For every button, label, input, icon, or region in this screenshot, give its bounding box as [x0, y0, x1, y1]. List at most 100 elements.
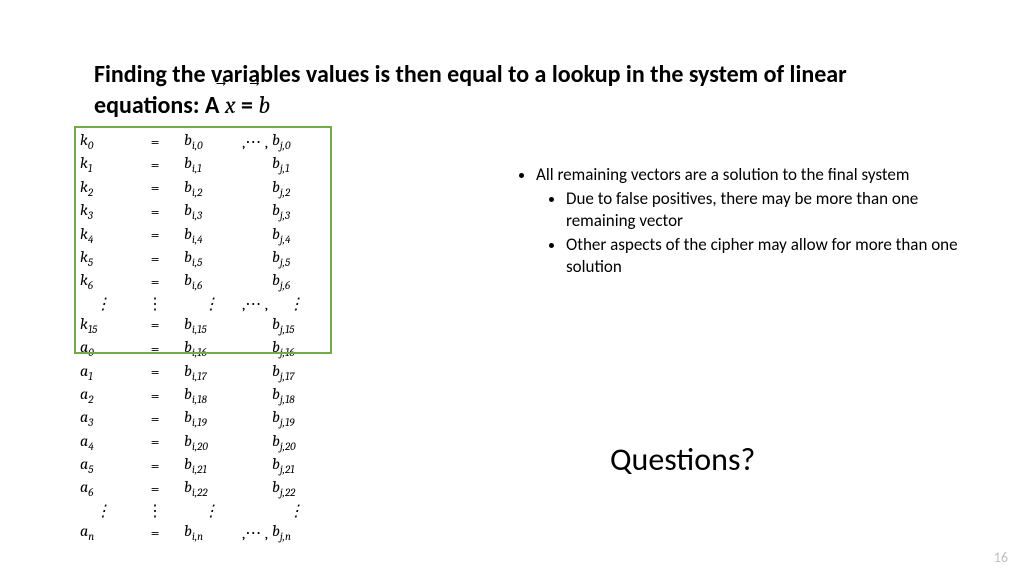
- var-cell: k15: [80, 314, 126, 337]
- equals-cell: ⋮: [126, 294, 184, 314]
- equals-cell: ⋮: [126, 501, 184, 521]
- bi-cell: bi,6: [184, 270, 238, 293]
- equals-cell: =: [126, 153, 184, 176]
- dots-cell: [238, 454, 272, 477]
- equals-cell: =: [126, 200, 184, 223]
- equals-cell: =: [126, 337, 184, 360]
- equation-row: ⋮⋮⋮⋮: [80, 501, 320, 521]
- var-cell: a6: [80, 477, 126, 500]
- dots-cell: [238, 270, 272, 293]
- bi-cell: bi,20: [184, 431, 238, 454]
- slide: Finding the variables values is then equ…: [0, 0, 1024, 576]
- var-cell: k3: [80, 200, 126, 223]
- bi-cell: bi,17: [184, 361, 238, 384]
- var-cell: ⋮: [80, 501, 126, 521]
- bj-cell: bj,15: [272, 314, 320, 337]
- equals-cell: =: [126, 247, 184, 270]
- var-cell: k2: [80, 177, 126, 200]
- bullet-2: Other aspects of the cipher may allow fo…: [566, 234, 968, 278]
- bullet-list: All remaining vectors are a solution to …: [512, 164, 968, 280]
- var-cell: k4: [80, 224, 126, 247]
- var-cell: k5: [80, 247, 126, 270]
- var-cell: a5: [80, 454, 126, 477]
- equals-cell: =: [126, 270, 184, 293]
- dots-cell: ,⋯ ,: [238, 294, 272, 314]
- var-cell: a3: [80, 407, 126, 430]
- dots-cell: [238, 314, 272, 337]
- equation-row: k15=bi,15bj,15: [80, 314, 320, 337]
- dots-cell: [238, 501, 272, 521]
- xvec: ⃗x: [225, 90, 236, 120]
- bj-cell: ⋮: [272, 294, 320, 314]
- bi-cell: bi,3: [184, 200, 238, 223]
- equation-row: ⋮⋮⋮,⋯ ,⋮: [80, 294, 320, 314]
- dots-cell: ,⋯ ,: [238, 130, 272, 153]
- dots-cell: [238, 337, 272, 360]
- equals-cell: =: [126, 407, 184, 430]
- var-cell: a0: [80, 337, 126, 360]
- bj-cell: bj,16: [272, 337, 320, 360]
- bi-cell: bi,21: [184, 454, 238, 477]
- equation-table: k0=bi,0,⋯ ,bj,0k1=bi,1bj,1k2=bi,2bj,2k3=…: [80, 130, 320, 544]
- dots-cell: [238, 153, 272, 176]
- bi-cell: bi,0: [184, 130, 238, 153]
- equation-row: a0=bi,16 bj,16: [80, 337, 320, 360]
- bi-cell: bi,5: [184, 247, 238, 270]
- equals-cell: =: [126, 431, 184, 454]
- equation-row: k0=bi,0,⋯ ,bj,0: [80, 130, 320, 153]
- dots-cell: [238, 224, 272, 247]
- equals-cell: =: [126, 130, 184, 153]
- bi-cell: ⋮: [184, 294, 238, 314]
- equals-cell: =: [126, 314, 184, 337]
- equation-row: k6=bi,6bj,6: [80, 270, 320, 293]
- equals-cell: =: [126, 224, 184, 247]
- var-cell: a4: [80, 431, 126, 454]
- slide-title: Finding the variables values is then equ…: [94, 60, 954, 121]
- bi-cell: bi,2: [184, 177, 238, 200]
- bj-cell: bj,2: [272, 177, 320, 200]
- equation-row: k2=bi,2bj,2: [80, 177, 320, 200]
- bj-cell: bj,19: [272, 407, 320, 430]
- var-cell: k1: [80, 153, 126, 176]
- var-cell: an: [80, 521, 126, 544]
- equation-row: a3=bi,19 bj,19: [80, 407, 320, 430]
- equals-cell: =: [126, 454, 184, 477]
- page-number: 16: [994, 549, 1008, 566]
- dots-cell: [238, 177, 272, 200]
- equals-cell: =: [126, 361, 184, 384]
- var-cell: k0: [80, 130, 126, 153]
- bj-cell: bj,18: [272, 384, 320, 407]
- var-cell: ⋮: [80, 294, 126, 314]
- title-mid: =: [236, 91, 259, 120]
- bi-cell: ⋮: [184, 501, 238, 521]
- bvec: ⃗b: [258, 90, 270, 120]
- bi-cell: bi,n: [184, 521, 238, 544]
- bi-cell: bi,4: [184, 224, 238, 247]
- bj-cell: bj,5: [272, 247, 320, 270]
- equation-row: k3=bi,3bj,3: [80, 200, 320, 223]
- var-cell: a2: [80, 384, 126, 407]
- equation-row: k4=bi,4bj,4: [80, 224, 320, 247]
- dots-cell: ,⋯ ,: [238, 521, 272, 544]
- bi-cell: bi,22: [184, 477, 238, 500]
- bi-cell: bi,19: [184, 407, 238, 430]
- equation-row: a5=bi,21 bj,21: [80, 454, 320, 477]
- bullet-0: All remaining vectors are a solution to …: [536, 164, 968, 186]
- bj-cell: bj,21: [272, 454, 320, 477]
- bullet-1: Due to false positives, there may be mor…: [566, 188, 968, 232]
- bj-cell: ⋮: [272, 501, 320, 521]
- equation-row: an=bi,n,⋯ ,bj,n: [80, 521, 320, 544]
- bi-cell: bi,18: [184, 384, 238, 407]
- bj-cell: bj,6: [272, 270, 320, 293]
- dots-cell: [238, 431, 272, 454]
- equation-system: k0=bi,0,⋯ ,bj,0k1=bi,1bj,1k2=bi,2bj,2k3=…: [80, 130, 320, 544]
- bi-cell: bi,16: [184, 337, 238, 360]
- bj-cell: bj,n: [272, 521, 320, 544]
- equals-cell: =: [126, 477, 184, 500]
- bj-cell: bj,17: [272, 361, 320, 384]
- equation-row: a1=bi,17bj,17: [80, 361, 320, 384]
- bi-cell: bi,1: [184, 153, 238, 176]
- dots-cell: [238, 361, 272, 384]
- dots-cell: [238, 384, 272, 407]
- dots-cell: [238, 200, 272, 223]
